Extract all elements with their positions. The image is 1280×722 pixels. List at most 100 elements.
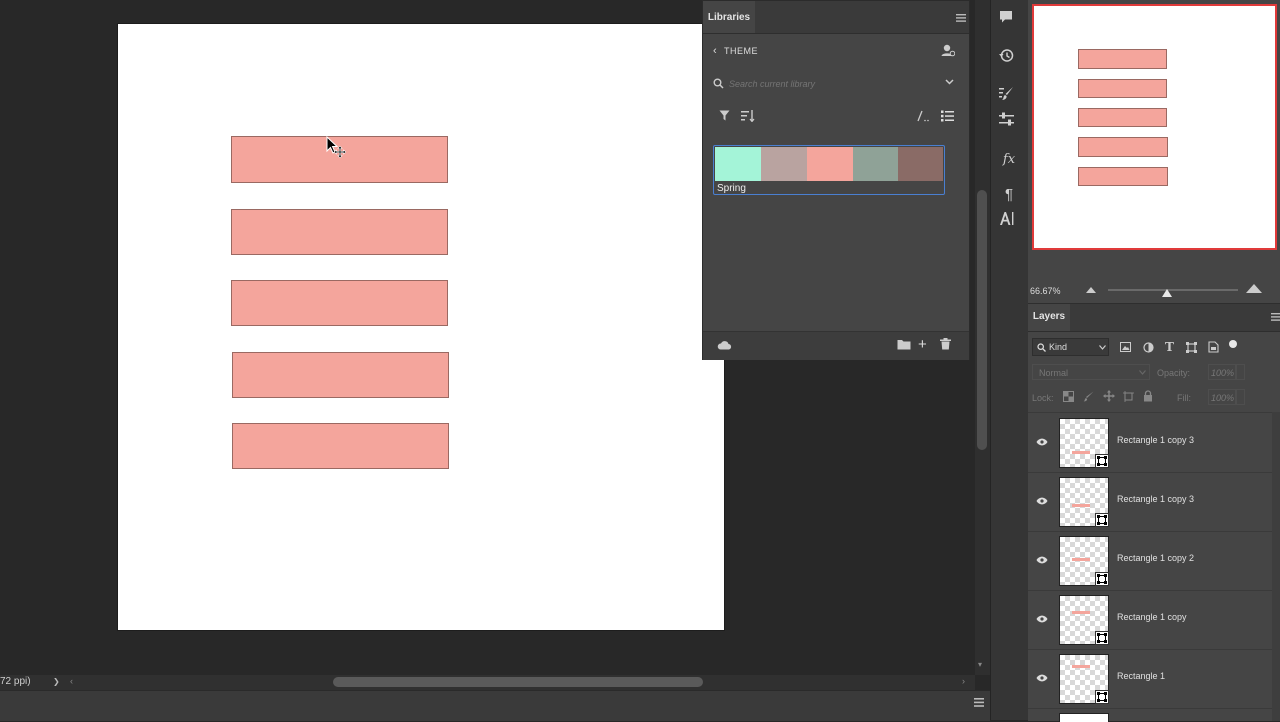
lock-all-icon[interactable] xyxy=(1143,390,1153,402)
tab-layers[interactable]: Layers xyxy=(1028,304,1070,331)
sort-icon[interactable] xyxy=(741,110,755,122)
document-canvas[interactable] xyxy=(118,24,724,630)
collaborators-icon[interactable] xyxy=(941,43,955,57)
zoom-slider-handle[interactable] xyxy=(1162,289,1172,297)
navigator-preview[interactable] xyxy=(1032,4,1277,250)
layers-scrollbar[interactable] xyxy=(1272,412,1280,721)
shape-layer-badge-icon xyxy=(1095,690,1109,704)
panel-menu-icon[interactable] xyxy=(956,14,966,22)
layer-thumbnail xyxy=(1059,418,1109,468)
fill-input[interactable]: 100% xyxy=(1208,389,1236,405)
document-info-text: 72 ppi) xyxy=(0,676,31,687)
cloud-sync-icon[interactable] xyxy=(717,340,732,350)
layer-thumbnail xyxy=(1059,536,1109,586)
color-swatches xyxy=(715,147,943,181)
zoom-out-mountain-icon[interactable] xyxy=(1086,287,1096,293)
shape-layer-filter-icon[interactable] xyxy=(1186,342,1197,353)
grid-view-icon[interactable] xyxy=(917,110,930,122)
layer-row[interactable]: Rectangle 1 copy 3 xyxy=(1028,413,1280,473)
smart-object-filter-icon[interactable] xyxy=(1208,341,1219,353)
fill-value: 100% xyxy=(1211,393,1235,403)
panel-menu-icon[interactable] xyxy=(974,698,984,707)
color-swatch[interactable] xyxy=(761,147,807,181)
visibility-eye-icon[interactable] xyxy=(1036,497,1048,505)
library-search-input[interactable] xyxy=(729,76,929,92)
color-swatch[interactable] xyxy=(898,147,943,181)
filter-toggle-icon[interactable] xyxy=(1229,340,1237,348)
scroll-right-arrow-icon[interactable]: › xyxy=(962,676,965,686)
new-group-folder-icon[interactable] xyxy=(897,339,911,350)
status-menu-arrow-icon[interactable]: ❯ xyxy=(53,677,60,686)
trash-icon[interactable] xyxy=(940,338,951,350)
layer-name[interactable]: Rectangle 1 xyxy=(1117,671,1165,681)
opacity-input[interactable]: 100% xyxy=(1208,364,1236,380)
character-icon[interactable] xyxy=(999,211,1019,231)
filter-kind-value: Kind xyxy=(1049,342,1068,352)
horizontal-scroll-thumb[interactable] xyxy=(333,677,703,687)
background-layer-thumbnail[interactable] xyxy=(1059,713,1109,722)
layer-row[interactable]: Rectangle 1 copy xyxy=(1028,590,1280,650)
layers-panel-menu-icon[interactable] xyxy=(1271,313,1280,321)
layer-name[interactable]: Rectangle 1 copy 3 xyxy=(1117,435,1194,445)
preview-rectangle xyxy=(1078,137,1168,157)
zoom-in-mountain-icon[interactable] xyxy=(1246,284,1262,293)
zoom-percentage[interactable]: 66.67% xyxy=(1030,286,1061,296)
brush-settings-icon[interactable] xyxy=(999,86,1019,106)
list-view-icon[interactable] xyxy=(941,110,954,122)
vertical-scroll-thumb[interactable] xyxy=(977,190,987,450)
theme-card-spring[interactable]: Spring xyxy=(713,145,945,195)
paragraph-icon[interactable]: ¶ xyxy=(999,185,1019,205)
layer-name[interactable]: Rectangle 1 copy 2 xyxy=(1117,553,1194,563)
color-swatch[interactable] xyxy=(853,147,898,181)
lock-image-pixels-icon[interactable] xyxy=(1083,391,1094,402)
visibility-eye-icon[interactable] xyxy=(1036,674,1048,682)
layer-name[interactable]: Rectangle 1 copy 3 xyxy=(1117,494,1194,504)
visibility-eye-icon[interactable] xyxy=(1036,615,1048,623)
visibility-eye-icon[interactable] xyxy=(1036,438,1048,446)
history-icon[interactable] xyxy=(999,48,1019,68)
navigator-panel: 66.67% xyxy=(1028,0,1280,303)
blend-mode-select[interactable]: Normal xyxy=(1032,364,1150,380)
layer-list: Rectangle 1 copy 3 Rectangle 1 copy 3 Re… xyxy=(1028,412,1280,722)
rectangle-shape[interactable] xyxy=(232,352,449,398)
layers-panel: Layers Kind T Normal Opacity: 100% Lock: xyxy=(1028,303,1280,722)
scroll-down-arrow-icon[interactable]: ▾ xyxy=(978,660,982,669)
back-chevron-icon[interactable]: ‹ xyxy=(713,45,717,57)
lock-artboard-icon[interactable] xyxy=(1123,391,1134,402)
rectangle-shape[interactable] xyxy=(231,280,448,326)
add-element-icon[interactable]: + xyxy=(918,337,927,352)
layer-row[interactable]: Rectangle 1 copy 2 xyxy=(1028,531,1280,591)
layer-row[interactable]: Rectangle 1 xyxy=(1028,649,1280,709)
layer-name[interactable]: Rectangle 1 copy xyxy=(1117,612,1187,622)
rectangle-shape[interactable] xyxy=(231,209,448,255)
fx-styles-icon[interactable]: fx xyxy=(999,150,1019,170)
visibility-eye-icon[interactable] xyxy=(1036,556,1048,564)
tab-libraries[interactable]: Libraries xyxy=(703,1,755,33)
fill-dropdown-icon[interactable] xyxy=(1236,389,1245,405)
comments-icon[interactable] xyxy=(999,10,1019,30)
rectangle-shape[interactable] xyxy=(231,136,448,183)
library-breadcrumb[interactable]: THEME xyxy=(724,46,758,56)
opacity-dropdown-icon[interactable] xyxy=(1236,364,1245,380)
search-icon xyxy=(713,78,724,89)
adjustment-layer-filter-icon[interactable] xyxy=(1143,342,1154,353)
lock-transparent-pixels-icon[interactable] xyxy=(1063,391,1074,402)
preview-rectangle xyxy=(1078,167,1168,186)
filter-kind-select[interactable]: Kind xyxy=(1032,338,1109,356)
filter-icon[interactable] xyxy=(719,110,730,121)
shape-layer-badge-icon xyxy=(1095,454,1109,468)
rectangle-shape[interactable] xyxy=(232,423,449,469)
adjustments-icon[interactable] xyxy=(999,112,1019,132)
color-swatch[interactable] xyxy=(807,147,853,181)
lock-position-icon[interactable] xyxy=(1103,390,1115,402)
scroll-left-arrow-icon[interactable]: ‹ xyxy=(70,676,73,686)
lock-label: Lock: xyxy=(1032,393,1054,403)
search-dropdown-chevron-icon[interactable] xyxy=(945,79,954,85)
type-layer-filter-icon[interactable]: T xyxy=(1165,340,1174,354)
chevron-down-icon xyxy=(1139,370,1146,375)
color-swatch[interactable] xyxy=(715,147,761,181)
layer-row[interactable]: Rectangle 1 copy 3 xyxy=(1028,472,1280,532)
zoom-slider-track[interactable] xyxy=(1108,289,1238,291)
libraries-footer: + xyxy=(703,331,969,360)
pixel-layer-filter-icon[interactable] xyxy=(1120,342,1131,352)
